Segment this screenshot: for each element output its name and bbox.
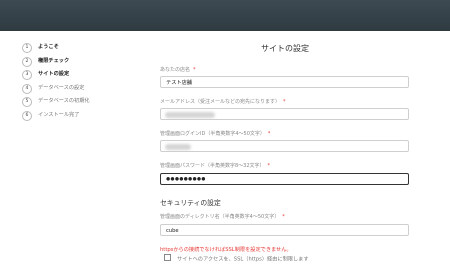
step-database-init: 5 データベースの初期化	[22, 97, 147, 111]
step-install-complete: 6 インストール完了	[22, 110, 147, 125]
page-title: サイトの設定	[261, 44, 309, 53]
step-label: データベースの初期化	[38, 98, 90, 104]
top-header-bar	[0, 0, 450, 31]
step-label: サイトの設定	[38, 71, 70, 77]
install-steps: 1 ようこそ 2 権限チェック 3 サイトの設定 4 データベースの設定 5 デ…	[22, 43, 147, 124]
shop-name-label: あなたの店名 *	[160, 67, 196, 73]
step-permission-check: 2 権限チェック	[22, 56, 147, 71]
security-section-title: セキュリティの設定	[160, 199, 221, 207]
ssl-restrict-checkbox[interactable]	[164, 254, 171, 261]
login-id-input[interactable]	[160, 140, 409, 152]
step-number: 6	[22, 110, 32, 121]
step-site-settings: 3 サイトの設定	[22, 70, 147, 84]
required-mark: *	[193, 67, 196, 73]
login-id-label: 管理画面ログインID（半角英数字4〜50文字） *	[160, 131, 271, 137]
password-input[interactable]: ●●●●●●●●●	[160, 173, 409, 185]
required-mark: *	[267, 131, 271, 137]
step-welcome: 1 ようこそ	[22, 43, 147, 57]
step-label: データベースの設定	[38, 84, 85, 91]
email-input[interactable]	[160, 108, 409, 120]
required-mark: *	[267, 163, 271, 169]
admin-dir-input[interactable]: cube	[160, 224, 409, 236]
email-label: メールアドレス（受注メールなどの宛先になります） *	[160, 99, 286, 105]
step-number: 3	[22, 70, 32, 80]
step-number: 1	[22, 43, 32, 53]
step-number: 5	[22, 97, 32, 107]
step-label: ようこそ	[38, 44, 59, 50]
step-number: 2	[22, 56, 32, 67]
step-label: 権限チェック	[38, 57, 70, 64]
password-label: 管理画面パスワード（半角英数字8〜32文字） *	[160, 163, 271, 169]
ssl-restrict-row[interactable]: サイトへのアクセスを、SSL（https）経由に制限します	[164, 254, 309, 262]
step-database-settings: 4 データベースの設定	[22, 83, 147, 98]
redacted-value	[165, 112, 215, 118]
required-mark: *	[283, 99, 286, 105]
step-number: 4	[22, 83, 32, 94]
ssl-restrict-label: サイトへのアクセスを、SSL（https）経由に制限します	[177, 256, 309, 263]
ssl-warning: httpsからの接続でなければSSL制限を設定できません。	[160, 247, 292, 253]
step-label: インストール完了	[38, 111, 80, 118]
required-mark: *	[282, 214, 285, 220]
shop-name-input[interactable]: テスト店舗	[160, 76, 409, 88]
admin-dir-label: 管理画面のディレクトリ名（半角英数字4〜50文字） *	[160, 214, 285, 220]
redacted-value	[165, 144, 191, 150]
